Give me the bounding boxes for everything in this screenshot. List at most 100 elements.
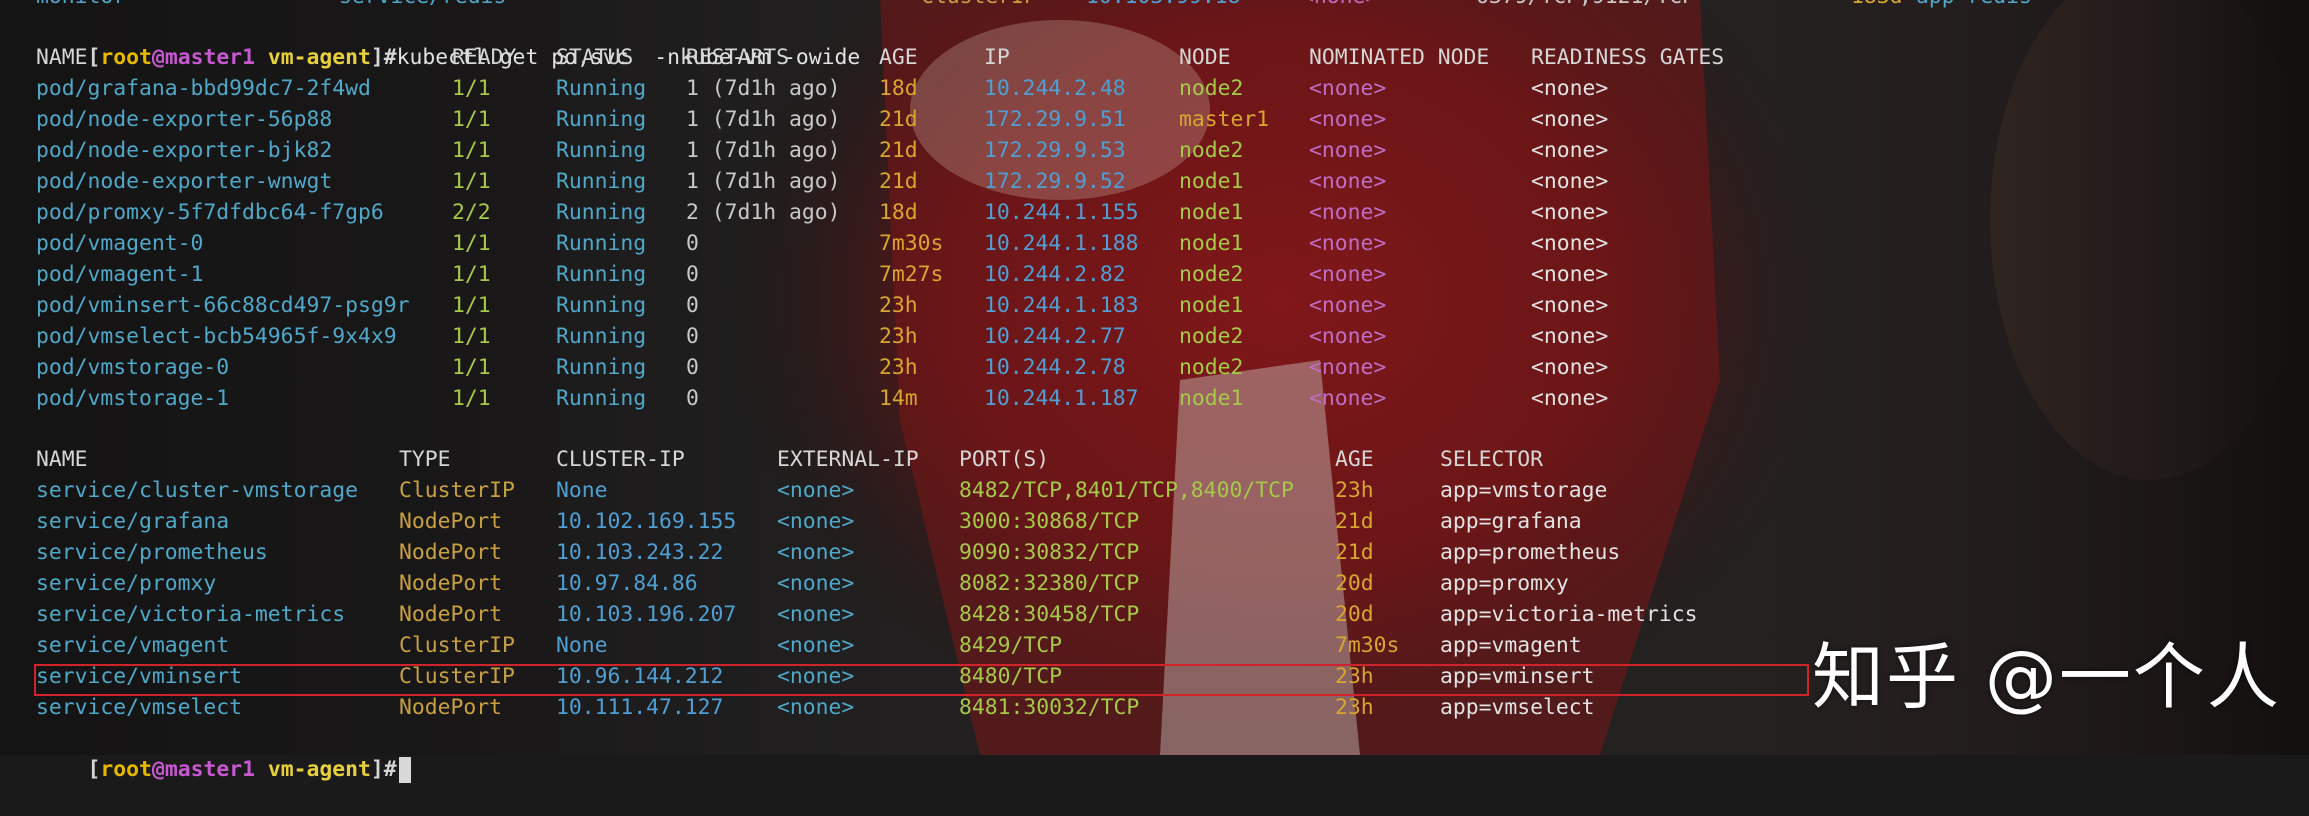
pod-name: pod/vmstorage-0	[36, 355, 230, 380]
service-age: 20d	[1335, 571, 1374, 596]
pod-ready: 1/1	[452, 386, 491, 411]
pod-node: node1	[1179, 169, 1244, 194]
pod-readiness-gates: <none>	[1531, 262, 1609, 287]
pod-readiness-gates: <none>	[1531, 386, 1609, 411]
pod-age: 21d	[879, 107, 918, 132]
service-ports: 8428:30458/TCP	[959, 602, 1140, 627]
pod-status: Running	[556, 76, 647, 101]
partial-type: ClusterIP	[921, 0, 1037, 12]
command-line: [root@master1 vm-agent]#kubectl get po,s…	[36, 11, 861, 70]
pod-age: 21d	[879, 169, 918, 194]
pod-node: node2	[1179, 76, 1244, 101]
pod-nominated-node: <none>	[1309, 76, 1387, 101]
service-cluster-ip: 10.103.243.22	[556, 540, 724, 565]
prompt-user: root	[100, 757, 152, 782]
col-header-name: NAME	[36, 45, 88, 70]
zhihu-watermark: 知乎 @一个人	[1812, 635, 2281, 719]
pod-status: Running	[556, 324, 647, 349]
pod-readiness-gates: <none>	[1531, 169, 1609, 194]
services-header-row: NAME TYPE CLUSTER-IP EXTERNAL-IP PORT(S)…	[36, 444, 1543, 475]
pod-restarts: 0	[686, 355, 699, 380]
terminal-window[interactable]: monitor service/redis ClusterIP 10.103.9…	[0, 0, 2309, 783]
pod-name: pod/node-exporter-56p88	[36, 107, 333, 132]
service-ports: 8082:32380/TCP	[959, 571, 1140, 596]
service-age: 7m30s	[1335, 633, 1400, 658]
pod-nominated-node: <none>	[1309, 262, 1387, 287]
pod-ip: 172.29.9.51	[984, 107, 1126, 132]
pod-age: 18d	[879, 200, 918, 225]
service-type: NodePort	[399, 602, 503, 627]
pod-restarts: 0	[686, 262, 699, 287]
partial-ports: 6379/TCP,9121/TCP	[1476, 0, 1695, 12]
pod-nominated-node: <none>	[1309, 200, 1387, 225]
prompt-at: @	[151, 757, 165, 782]
pod-node: node2	[1179, 262, 1244, 287]
service-external-ip: <none>	[777, 509, 855, 534]
col-header-node: NODE	[1179, 45, 1231, 70]
prompt: [root@master1 vm-agent]#	[87, 757, 397, 782]
partial-cluster-ip: 10.103.99.18	[1086, 0, 1241, 12]
pod-readiness-gates: <none>	[1531, 76, 1609, 101]
pod-ready: 1/1	[452, 76, 491, 101]
service-name: service/grafana	[36, 509, 230, 534]
service-type: ClusterIP	[399, 478, 515, 503]
pod-status: Running	[556, 138, 647, 163]
service-age: 20d	[1335, 602, 1374, 627]
pod-nominated-node: <none>	[1309, 355, 1387, 380]
service-selector: app=vmstorage	[1440, 478, 1608, 503]
pod-ip: 10.244.2.48	[984, 76, 1126, 101]
service-name: service/cluster-vmstorage	[36, 478, 358, 503]
partial-selector: app=redis	[1916, 0, 2032, 12]
prompt: [root@master1 vm-agent]#	[87, 45, 397, 70]
pod-age: 23h	[879, 293, 918, 318]
pod-status: Running	[556, 231, 647, 256]
col-header-restarts: RESTARTS	[686, 45, 790, 70]
prompt-host: master1	[164, 757, 255, 782]
pods-header-row: NAME READY STATUS RESTARTS AGE IP NODE N…	[36, 42, 1724, 73]
pod-node: node2	[1179, 138, 1244, 163]
col-header-ports: PORT(S)	[959, 447, 1050, 472]
text-cursor[interactable]	[398, 757, 411, 783]
pod-name: pod/vmselect-bcb54965f-9x4x9	[36, 324, 397, 349]
pod-age: 18d	[879, 76, 918, 101]
service-selector: app=vmagent	[1440, 633, 1582, 658]
pod-ready: 1/1	[452, 107, 491, 132]
service-cluster-ip: 10.111.47.127	[556, 695, 724, 720]
pod-restarts: 1 (7d1h ago)	[686, 169, 841, 194]
pod-name: pod/node-exporter-wnwgt	[36, 169, 333, 194]
service-selector: app=prometheus	[1440, 540, 1621, 565]
service-external-ip: <none>	[777, 478, 855, 503]
pod-name: pod/vmagent-1	[36, 262, 204, 287]
service-age: 21d	[1335, 509, 1374, 534]
prompt-host: master1	[164, 45, 255, 70]
col-header-nominated-node: NOMINATED NODE	[1309, 45, 1490, 70]
service-ports: 9090:30832/TCP	[959, 540, 1140, 565]
pod-readiness-gates: <none>	[1531, 293, 1609, 318]
col-header-status: STATUS	[556, 45, 634, 70]
pod-readiness-gates: <none>	[1531, 355, 1609, 380]
partial-age: 183d	[1851, 0, 1903, 12]
pod-ready: 2/2	[452, 200, 491, 225]
pod-nominated-node: <none>	[1309, 169, 1387, 194]
service-name: service/vmagent	[36, 633, 230, 658]
pod-node: node1	[1179, 200, 1244, 225]
service-external-ip: <none>	[777, 602, 855, 627]
service-type: ClusterIP	[399, 633, 515, 658]
service-external-ip: <none>	[777, 540, 855, 565]
pod-name: pod/grafana-bbd99dc7-2f4wd	[36, 76, 371, 101]
pod-age: 21d	[879, 138, 918, 163]
pod-name: pod/node-exporter-bjk82	[36, 138, 333, 163]
service-selector: app=grafana	[1440, 509, 1582, 534]
service-type: NodePort	[399, 695, 503, 720]
pod-restarts: 1 (7d1h ago)	[686, 107, 841, 132]
pod-node: master1	[1179, 107, 1270, 132]
service-ports: 8481:30032/TCP	[959, 695, 1140, 720]
pod-status: Running	[556, 107, 647, 132]
pod-ip: 10.244.1.183	[984, 293, 1139, 318]
pod-node: node2	[1179, 355, 1244, 380]
pod-age: 14m	[879, 386, 918, 411]
service-selector: app=victoria-metrics	[1440, 602, 1698, 627]
pod-ip: 172.29.9.52	[984, 169, 1126, 194]
pod-ip: 10.244.1.187	[984, 386, 1139, 411]
pod-node: node1	[1179, 231, 1244, 256]
